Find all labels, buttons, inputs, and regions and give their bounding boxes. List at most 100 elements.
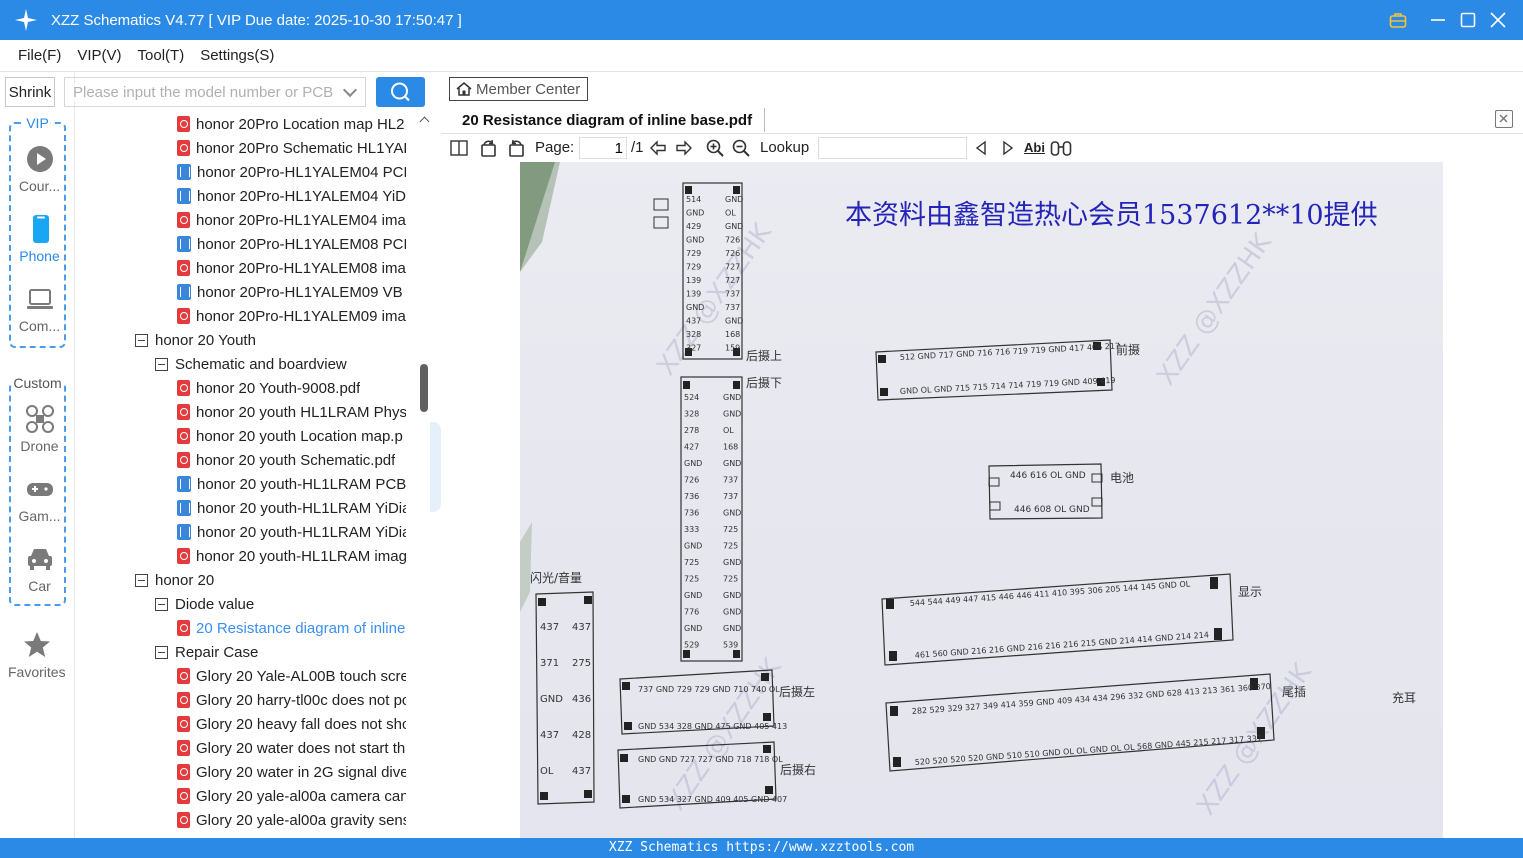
tree-file-item[interactable]: honor 20 youth HL1LRAM Physi xyxy=(177,400,406,424)
find-next-icon[interactable] xyxy=(999,139,1017,157)
find-previous-icon[interactable] xyxy=(972,139,990,157)
tree-file-item[interactable]: honor 20Pro Schematic HL1YAL xyxy=(177,136,406,160)
search-input[interactable] xyxy=(73,83,335,101)
match-case-button[interactable]: Abi xyxy=(1024,140,1045,155)
collapse-icon[interactable] xyxy=(135,573,148,587)
tree-folder[interactable]: Diode value xyxy=(155,592,406,616)
rail-item-phone[interactable]: Phone xyxy=(11,214,68,264)
shrink-button[interactable]: Shrink xyxy=(5,77,55,107)
rail-item-game[interactable]: Gam... xyxy=(11,474,68,524)
tree-file-item[interactable]: honor 20Pro-HL1YALEM08 imag xyxy=(177,256,406,280)
tree-file-item[interactable]: honor 20Pro Location map HL2 xyxy=(177,112,406,136)
splitter-handle[interactable] xyxy=(430,422,441,512)
panel-splitter[interactable] xyxy=(430,72,441,838)
collapse-icon[interactable] xyxy=(155,357,168,371)
tree-file-item[interactable]: honor 20Pro-HL1YALEM04 PCB xyxy=(177,160,406,184)
binoculars-icon[interactable] xyxy=(1050,139,1072,157)
zoom-in-icon[interactable] xyxy=(706,139,724,157)
minimize-icon[interactable] xyxy=(1423,0,1453,40)
tree-file-item[interactable]: Glory 20 water in 2G signal dive xyxy=(177,760,406,784)
scrollbar-thumb[interactable] xyxy=(420,364,428,412)
tree-file-item[interactable]: Glory 20 water does not start th xyxy=(177,736,406,760)
tree-folder[interactable]: Repair Case xyxy=(155,640,406,664)
pin-value: GND xyxy=(684,542,702,551)
rail-item-favorites[interactable]: Favorites xyxy=(8,630,66,680)
tree-file-item[interactable]: Glory 20 yale-al00a gravity sens xyxy=(177,808,406,832)
tree-folder[interactable]: honor 20 Youth xyxy=(135,328,406,352)
drone-icon xyxy=(25,404,55,434)
tree-folder[interactable]: Schematic and boardview xyxy=(155,352,406,376)
pin-value: 776 xyxy=(684,608,699,617)
tree-file-item[interactable]: honor 20Pro-HL1YALEM04 YiDi xyxy=(177,184,406,208)
scroll-up-icon[interactable] xyxy=(419,116,430,127)
sidebar-toggle-icon[interactable] xyxy=(450,139,468,157)
close-icon[interactable] xyxy=(1483,0,1513,40)
tree-file-item[interactable]: Glory 20 Yale-AL00B touch scree xyxy=(177,664,406,688)
tree-file-item[interactable]: honor 20 youth Schematic.pdf xyxy=(177,448,406,472)
tree-file-item[interactable]: honor 20 youth Location map.p xyxy=(177,424,406,448)
tree-file-item[interactable]: Glory 20 yale-al00a camera can xyxy=(177,784,406,808)
tree-file-item[interactable]: 20 Resistance diagram of inline xyxy=(177,616,406,640)
menu-settings[interactable]: Settings(S) xyxy=(200,47,274,64)
tree-file-item[interactable]: honor 20 youth-HL1LRAM YiDia xyxy=(177,520,406,544)
pin-value: 736 xyxy=(684,492,699,501)
tree-file-item[interactable]: honor 20Pro-HL1YALEM04 imag xyxy=(177,208,406,232)
tree-file-item[interactable]: Glory 20 heavy fall does not shc xyxy=(177,712,406,736)
pin-value: 737 xyxy=(723,476,738,485)
tree-file-item[interactable]: honor 20Pro-HL1YALEM09 VB F xyxy=(177,280,406,304)
menu-file[interactable]: File(F) xyxy=(18,47,61,64)
tree-file-item[interactable]: honor 20Pro-HL1YALEM09 imag xyxy=(177,304,406,328)
tree-folder[interactable]: honor 20 xyxy=(135,568,406,592)
pcb-file-icon xyxy=(177,284,191,300)
tree-file-item[interactable]: honor 20 youth-HL1LRAM YiDia xyxy=(177,496,406,520)
lookup-input[interactable] xyxy=(818,137,967,159)
tree-scrollbar[interactable] xyxy=(419,112,430,838)
pdf-file-icon xyxy=(177,452,190,468)
pdf-file-icon xyxy=(177,116,190,132)
pin-value: OL xyxy=(540,766,554,777)
zoom-out-icon[interactable] xyxy=(732,139,750,157)
tree-file-item[interactable]: honor 20Pro-HL1YALEM08 PCB xyxy=(177,232,406,256)
tree-item-label: honor 20 Youth-9008.pdf xyxy=(196,379,361,397)
pdf-file-icon xyxy=(177,716,190,732)
tree-file-item[interactable]: honor 20 Youth-9008.pdf xyxy=(177,376,406,400)
connector-label: 闪光/音量 xyxy=(530,570,582,585)
rail-item-car[interactable]: Car xyxy=(11,544,68,594)
member-center-button[interactable]: Member Center xyxy=(449,77,588,101)
pdf-file-icon xyxy=(177,812,190,828)
pcb-file-icon xyxy=(177,164,191,180)
rail-item-course[interactable]: Cour... xyxy=(11,144,68,194)
pin-value: GND xyxy=(684,591,702,600)
pdf-viewer[interactable]: 本资料由鑫智造热心会员1537612**10提供 XZZ @XZZHK XZZ … xyxy=(441,162,1523,838)
collapse-icon[interactable] xyxy=(135,333,148,347)
menu-tool[interactable]: Tool(T) xyxy=(138,47,185,64)
menu-vip[interactable]: VIP(V) xyxy=(77,47,121,64)
pin-value: GND xyxy=(723,410,741,419)
chevron-down-icon[interactable] xyxy=(342,82,358,98)
rail-item-drone[interactable]: Drone xyxy=(11,404,68,454)
custom-group: Custom Drone Gam... Car xyxy=(9,375,68,606)
collapse-icon[interactable] xyxy=(155,645,168,659)
document-tab[interactable]: 20 Resistance diagram of inline base.pdf xyxy=(453,108,766,132)
tree-file-item[interactable]: honor 20 youth-HL1LRAM PCB xyxy=(177,472,406,496)
next-page-icon[interactable] xyxy=(675,139,693,157)
search-button[interactable] xyxy=(376,77,425,107)
page-label: Page: xyxy=(535,139,575,156)
rotate-left-icon[interactable] xyxy=(480,139,498,157)
rotate-right-icon[interactable] xyxy=(507,139,525,157)
tree-file-item[interactable]: honor 20 youth-HL1LRAM imag xyxy=(177,544,406,568)
collapse-icon[interactable] xyxy=(155,597,168,611)
rail-item-computer[interactable]: Com... xyxy=(11,284,68,334)
pin-value: 725 xyxy=(723,575,738,584)
title-bar: XZZ Schematics V4.77 [ VIP Due date: 202… xyxy=(0,0,1523,40)
tree-file-item[interactable]: Glory 20 harry-tl00c does not pc xyxy=(177,688,406,712)
vip-bag-icon[interactable] xyxy=(1383,0,1413,40)
pdf-file-icon xyxy=(177,788,190,804)
tree-item-label: honor 20 youth HL1LRAM Physi xyxy=(196,403,406,421)
tree-item-label: honor 20Pro Location map HL2 xyxy=(196,115,405,133)
page-number-input[interactable] xyxy=(579,137,627,159)
previous-page-icon[interactable] xyxy=(649,139,667,157)
model-search-box[interactable] xyxy=(64,77,366,107)
close-tab-icon[interactable] xyxy=(1495,110,1513,128)
maximize-icon[interactable] xyxy=(1453,0,1483,40)
